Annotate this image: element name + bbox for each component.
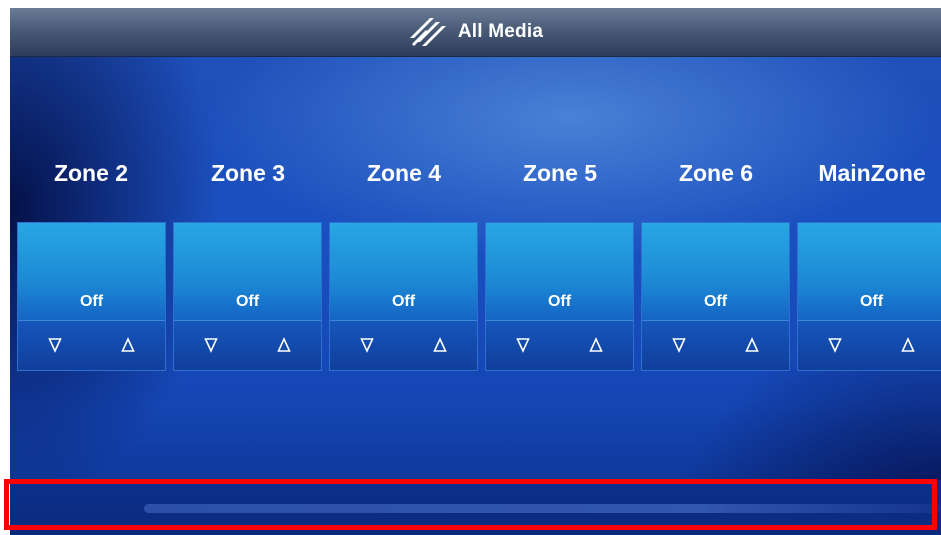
volume-up-button[interactable]: [272, 333, 296, 357]
zone-label: Zone 5: [522, 160, 598, 186]
zone-status: Off: [391, 293, 416, 310]
triangle-down-outline-icon: [828, 338, 842, 353]
diagonal-stripes-logo-icon: [409, 18, 446, 46]
zone-label: Zone 6: [678, 160, 754, 186]
volume-down-button[interactable]: [667, 333, 691, 357]
zone-label: Zone 4: [366, 160, 442, 186]
volume-up-button[interactable]: [428, 333, 452, 357]
zone-card-zone-5[interactable]: Off: [485, 222, 634, 371]
volume-controls: [798, 320, 941, 370]
zone-card-mainzone[interactable]: Off: [797, 222, 941, 371]
zone-status: Off: [859, 293, 884, 310]
triangle-down-outline-icon: [672, 338, 686, 353]
zone-card-zone-6[interactable]: Off: [641, 222, 790, 371]
volume-up-button[interactable]: [584, 333, 608, 357]
zone-label: Zone 3: [210, 160, 286, 186]
zone-label: Zone 2: [53, 160, 129, 186]
zone-status: Off: [235, 293, 260, 310]
triangle-up-outline-icon: [901, 337, 915, 352]
triangle-down-outline-icon: [516, 338, 530, 353]
zone-status: Off: [547, 293, 572, 310]
page-title: All Media: [457, 21, 544, 42]
volume-up-button[interactable]: [116, 333, 140, 357]
triangle-up-outline-icon: [745, 337, 759, 352]
triangle-up-outline-icon: [433, 337, 447, 352]
triangle-down-outline-icon: [204, 338, 218, 353]
app-screen: All Media Zone 2 Off Zone 3 Off Zone 4 O: [10, 8, 941, 535]
zone-status: Off: [79, 293, 104, 310]
volume-up-button[interactable]: [740, 333, 764, 357]
volume-up-button[interactable]: [896, 333, 920, 357]
triangle-up-outline-icon: [589, 337, 603, 352]
triangle-down-outline-icon: [360, 338, 374, 353]
volume-down-button[interactable]: [199, 333, 223, 357]
volume-controls: [174, 320, 321, 370]
triangle-up-outline-icon: [121, 337, 135, 352]
zone-status: Off: [703, 293, 728, 310]
volume-controls: [330, 320, 477, 370]
triangle-up-outline-icon: [277, 337, 291, 352]
bottom-bar: [10, 480, 941, 535]
volume-controls: [18, 320, 165, 370]
zone-card-zone-3[interactable]: Off: [173, 222, 322, 371]
volume-down-button[interactable]: [823, 333, 847, 357]
zone-card-zone-4[interactable]: Off: [329, 222, 478, 371]
scroll-slider-track[interactable]: [144, 504, 941, 513]
volume-controls: [486, 320, 633, 370]
triangle-down-outline-icon: [48, 338, 62, 353]
zone-card-zone-2[interactable]: Off: [17, 222, 166, 371]
volume-down-button[interactable]: [511, 333, 535, 357]
volume-down-button[interactable]: [355, 333, 379, 357]
volume-controls: [642, 320, 789, 370]
zone-label: MainZone: [818, 160, 926, 186]
title-bar: All Media: [10, 8, 941, 57]
volume-down-button[interactable]: [43, 333, 67, 357]
